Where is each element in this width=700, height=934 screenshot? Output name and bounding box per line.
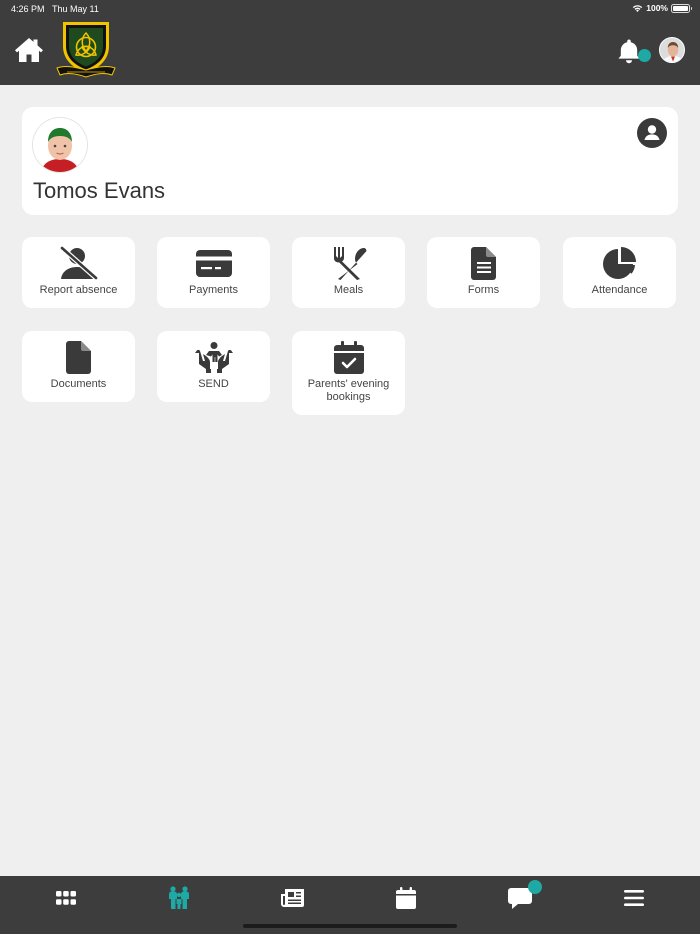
app-header	[0, 18, 700, 85]
tile-parents-evening[interactable]: Parents' evening bookings	[292, 331, 405, 415]
tab-menu[interactable]	[614, 882, 654, 914]
tile-payments[interactable]: Payments	[157, 237, 270, 308]
notification-badge	[638, 49, 651, 62]
tab-family[interactable]	[159, 882, 199, 914]
tile-forms[interactable]: Forms	[427, 237, 540, 308]
tile-attendance[interactable]: Attendance	[563, 237, 676, 308]
child-name: Tomos Evans	[33, 178, 166, 203]
wifi-icon	[633, 4, 643, 12]
status-date: Thu May 11	[52, 4, 99, 14]
home-icon	[15, 38, 43, 62]
tile-label: Forms	[467, 284, 500, 296]
tile-label: Parents' evening bookings	[307, 378, 390, 403]
tile-label: Attendance	[591, 284, 648, 296]
messages-badge	[528, 880, 542, 894]
user-circle-icon	[644, 125, 660, 140]
grid-icon	[56, 891, 76, 905]
child-profile-button[interactable]	[637, 118, 667, 148]
tile-label: Documents	[50, 378, 107, 390]
file-text-icon	[470, 246, 496, 280]
tile-label: SEND	[198, 378, 229, 390]
utensils-icon	[333, 247, 366, 280]
tile-report-absence[interactable]: Report absence	[22, 237, 135, 308]
bottom-tab-bar	[0, 876, 700, 934]
school-crest	[55, 18, 117, 80]
tile-label: Payments	[189, 284, 238, 296]
status-bar: 4:26 PM Thu May 11 100%	[0, 0, 700, 18]
tab-apps[interactable]	[46, 882, 86, 914]
user-avatar[interactable]	[659, 37, 685, 63]
credit-card-icon	[195, 250, 232, 277]
tile-label: Meals	[333, 284, 364, 296]
pie-chart-icon	[602, 247, 636, 279]
tile-documents[interactable]: Documents	[22, 331, 135, 402]
menu-icon	[624, 890, 644, 906]
newspaper-icon	[281, 889, 304, 907]
status-right: 100%	[632, 3, 692, 13]
battery-icon	[671, 3, 692, 13]
home-button[interactable]	[14, 37, 44, 63]
battery-percent: 100%	[646, 3, 668, 13]
child-profile-card[interactable]: Tomos Evans	[22, 107, 678, 215]
family-icon	[169, 886, 189, 909]
hands-child-icon	[194, 342, 233, 373]
tile-meals[interactable]: Meals	[292, 237, 405, 308]
user-slash-icon	[59, 246, 98, 280]
tab-calendar[interactable]	[386, 882, 426, 914]
calendar-check-icon	[333, 340, 364, 374]
tile-send[interactable]: SEND	[157, 331, 270, 402]
child-photo	[33, 118, 87, 172]
home-indicator	[243, 924, 457, 928]
tab-news[interactable]	[273, 882, 313, 914]
status-time: 4:26 PM	[11, 4, 45, 14]
file-icon	[65, 340, 91, 374]
calendar-icon	[396, 887, 416, 909]
tile-label: Report absence	[39, 284, 118, 296]
